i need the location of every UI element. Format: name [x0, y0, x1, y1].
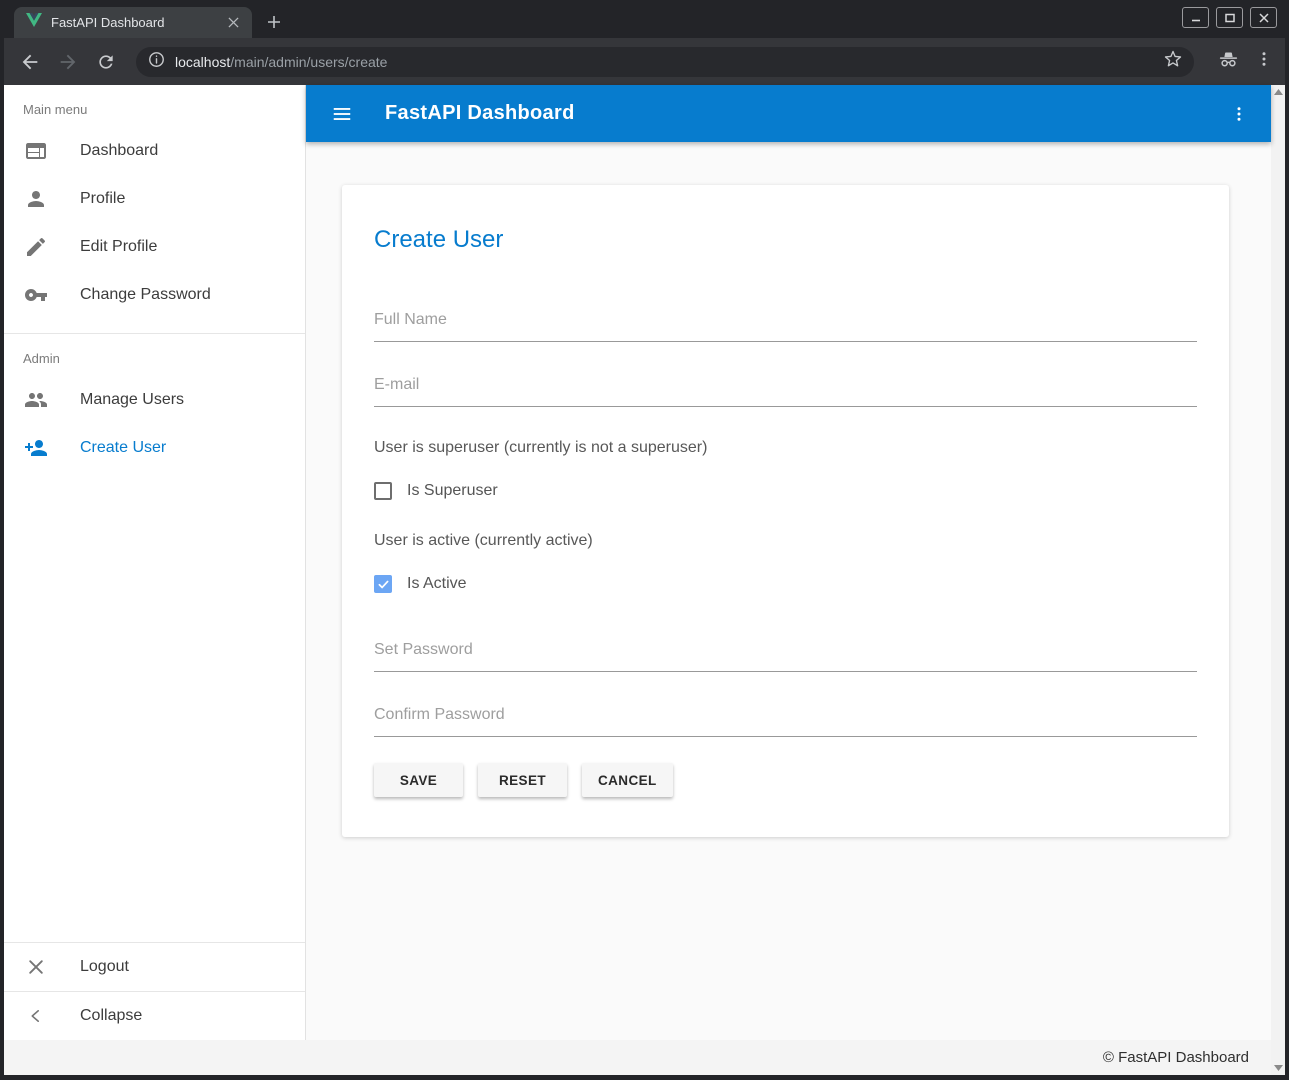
page-title: Create User	[374, 225, 1197, 255]
close-window-button[interactable]	[1250, 7, 1277, 28]
page-footer: © FastAPI Dashboard	[4, 1040, 1271, 1075]
window-controls	[1182, 7, 1277, 28]
sidebar-item-label: Change Password	[80, 286, 211, 304]
superuser-hint-text: User is superuser (currently is not a su…	[374, 439, 1197, 457]
incognito-icon	[1218, 49, 1239, 75]
key-icon	[24, 283, 48, 307]
sidebar-item-label: Create User	[80, 439, 166, 457]
create-user-card: Create User User is superuser (currently…	[342, 185, 1229, 837]
reload-icon[interactable]	[94, 50, 118, 74]
person-icon	[24, 187, 48, 211]
sidebar-item-label: Edit Profile	[80, 238, 157, 256]
content-area: Create User User is superuser (currently…	[306, 142, 1271, 1040]
confirm-password-field-wrapper	[374, 706, 1197, 737]
dashboard-icon	[24, 139, 48, 163]
save-button[interactable]: SAVE	[374, 763, 463, 797]
maximize-button[interactable]	[1216, 7, 1243, 28]
sidebar-section-admin: Admin	[4, 334, 305, 376]
appbar-overflow-menu-icon[interactable]	[1227, 102, 1251, 126]
app-title: FastAPI Dashboard	[385, 102, 1227, 125]
scrollbar-up-arrow[interactable]	[1273, 87, 1283, 97]
chevron-left-icon	[24, 1004, 48, 1028]
set-password-field-wrapper	[374, 641, 1197, 672]
sidebar-item-manage-users[interactable]: Manage Users	[4, 376, 305, 424]
sidebar-item-logout[interactable]: Logout	[4, 943, 305, 991]
tab-title: FastAPI Dashboard	[51, 15, 224, 30]
is-active-label: Is Active	[407, 575, 467, 593]
toolbar-right	[1218, 49, 1273, 75]
sidebar-item-label: Collapse	[80, 1007, 142, 1025]
sidebar-item-edit-profile[interactable]: Edit Profile	[4, 223, 305, 271]
bookmark-star-icon[interactable]	[1164, 50, 1182, 73]
full-name-field-wrapper	[374, 311, 1197, 342]
set-password-input[interactable]	[374, 641, 1197, 672]
browser-menu-icon[interactable]	[1255, 50, 1273, 73]
full-name-input[interactable]	[374, 311, 1197, 342]
is-superuser-label: Is Superuser	[407, 482, 498, 500]
minimize-button[interactable]	[1182, 7, 1209, 28]
browser-toolbar: localhost/main/admin/users/create	[4, 38, 1285, 85]
sidebar-item-label: Logout	[80, 958, 129, 976]
new-tab-button[interactable]	[260, 8, 288, 36]
url-path: /main/admin/users/create	[230, 54, 387, 70]
sidebar-item-label: Manage Users	[80, 391, 184, 409]
sidebar-item-label: Profile	[80, 190, 125, 208]
reset-button[interactable]: RESET	[478, 763, 567, 797]
main-area: FastAPI Dashboard Create User	[306, 85, 1271, 1040]
close-icon	[24, 955, 48, 979]
copyright-text: © FastAPI Dashboard	[1103, 1049, 1249, 1066]
tab-bar: FastAPI Dashboard	[4, 0, 1285, 38]
person-add-icon	[24, 436, 48, 460]
sidebar-item-collapse[interactable]: Collapse	[4, 992, 305, 1040]
back-icon[interactable]	[18, 50, 42, 74]
page-scrollbar[interactable]	[1271, 85, 1285, 1075]
sidebar-item-dashboard[interactable]: Dashboard	[4, 127, 305, 175]
sidebar-spacer	[4, 472, 305, 942]
is-superuser-checkbox[interactable]	[374, 482, 392, 500]
confirm-password-input[interactable]	[374, 706, 1197, 737]
email-field-wrapper	[374, 376, 1197, 407]
forward-icon[interactable]	[56, 50, 80, 74]
sidebar-item-change-password[interactable]: Change Password	[4, 271, 305, 319]
page-info-icon[interactable]	[148, 51, 165, 73]
app-bar: FastAPI Dashboard	[306, 85, 1271, 142]
sidebar-item-label: Dashboard	[80, 142, 158, 160]
is-superuser-checkbox-row[interactable]: Is Superuser	[374, 482, 1197, 500]
hamburger-menu-icon[interactable]	[330, 102, 354, 126]
browser-tab[interactable]: FastAPI Dashboard	[14, 7, 252, 38]
is-active-checkbox-row[interactable]: Is Active	[374, 575, 1197, 593]
is-active-checkbox[interactable]	[374, 575, 392, 593]
sidebar-section-main-menu: Main menu	[4, 85, 305, 127]
people-icon	[24, 388, 48, 412]
sidebar: Main menu Dashboard Profile	[4, 85, 306, 1040]
cancel-button[interactable]: CANCEL	[582, 763, 673, 797]
url-text[interactable]: localhost/main/admin/users/create	[175, 54, 1154, 70]
address-bar[interactable]: localhost/main/admin/users/create	[136, 47, 1194, 77]
vue-logo-icon	[26, 13, 42, 32]
tab-close-icon[interactable]	[224, 14, 242, 32]
browser-window: FastAPI Dashboard	[0, 0, 1289, 1080]
scrollbar-down-arrow[interactable]	[1273, 1063, 1283, 1073]
sidebar-item-profile[interactable]: Profile	[4, 175, 305, 223]
pencil-icon	[24, 235, 48, 259]
form-buttons: SAVE RESET CANCEL	[374, 763, 1197, 797]
email-input[interactable]	[374, 376, 1197, 407]
url-host: localhost	[175, 54, 230, 70]
sidebar-item-create-user[interactable]: Create User	[4, 424, 305, 472]
active-hint-text: User is active (currently active)	[374, 532, 1197, 550]
